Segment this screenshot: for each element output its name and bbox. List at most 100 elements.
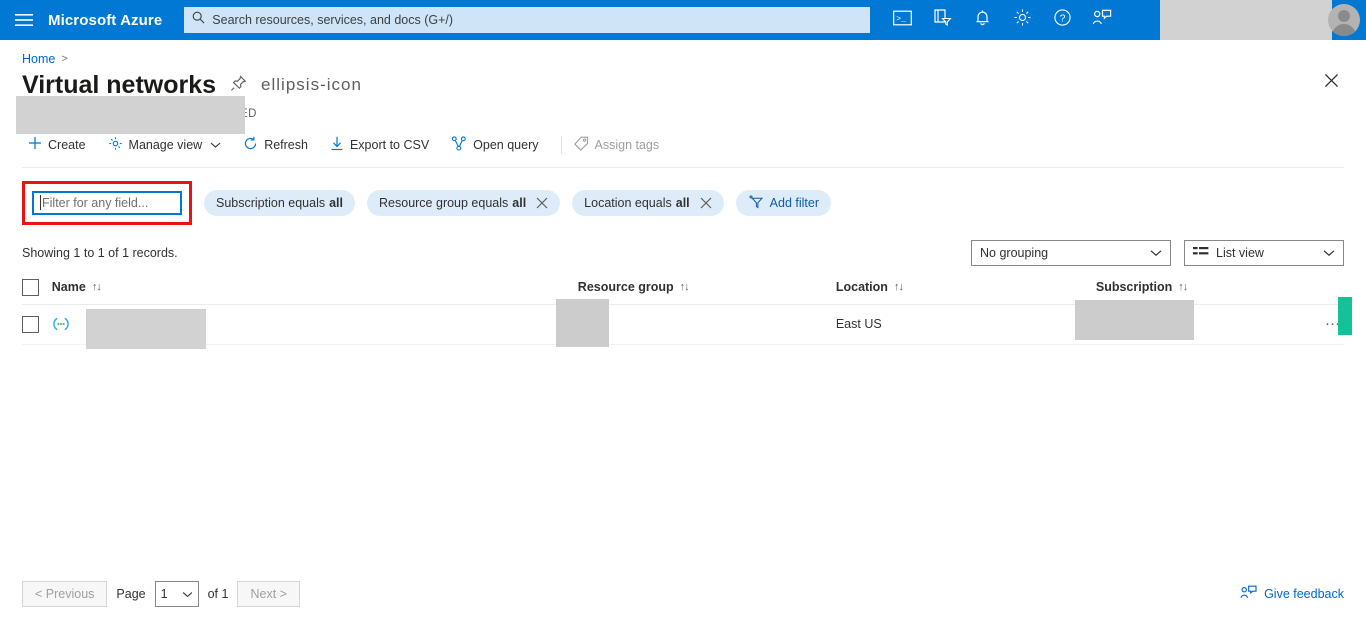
column-header-resource-group[interactable]: Resource group ↑↓ bbox=[578, 280, 836, 294]
refresh-button-label: Refresh bbox=[264, 137, 308, 152]
pin-icon bbox=[230, 75, 247, 97]
field-filter-input[interactable]: Filter for any field... bbox=[32, 190, 182, 215]
assign-tags-button-label: Assign tags bbox=[594, 137, 660, 152]
filter-pill-subscription[interactable]: Subscription equals all bbox=[204, 189, 356, 216]
page-subtitle: ED bbox=[0, 95, 1366, 134]
chevron-down-icon bbox=[1150, 246, 1162, 260]
directories-subscriptions-button[interactable] bbox=[922, 0, 962, 40]
cell-location: East US bbox=[836, 317, 1096, 331]
avatar[interactable] bbox=[1328, 4, 1360, 36]
column-header-name[interactable]: Name ↑↓ bbox=[52, 280, 578, 294]
pin-button[interactable] bbox=[230, 75, 247, 97]
help-button[interactable]: ? bbox=[1042, 0, 1082, 40]
cell-name[interactable] bbox=[52, 308, 578, 349]
global-search-placeholder: Search resources, services, and docs (G+… bbox=[212, 13, 454, 27]
export-to-csv-button-label: Export to CSV bbox=[349, 137, 430, 152]
manage-view-button-label: Manage view bbox=[128, 137, 203, 152]
cloud-shell-button[interactable]: >_ bbox=[882, 0, 922, 40]
text-caret bbox=[40, 195, 41, 210]
sort-arrows-icon[interactable]: ↑↓ bbox=[680, 281, 690, 293]
command-bar: Create Manage view Refresh Export to CSV… bbox=[0, 128, 1366, 162]
filter-pill-resource-group[interactable]: Resource group equals all bbox=[367, 189, 561, 216]
cell-resource-group-redaction bbox=[556, 298, 609, 347]
assign-tags-button: Assign tags bbox=[572, 132, 670, 158]
open-query-button[interactable]: Open query bbox=[449, 132, 548, 158]
tag-icon bbox=[573, 136, 589, 154]
column-header-name-label: Name bbox=[51, 280, 86, 294]
grouping-dropdown[interactable]: No grouping bbox=[971, 239, 1171, 266]
column-header-subscription-label: Subscription bbox=[1095, 280, 1173, 294]
refresh-button[interactable]: Refresh bbox=[241, 132, 318, 158]
results-summary-row: Showing 1 to 1 of 1 records. No grouping bbox=[0, 225, 1366, 266]
avatar-body bbox=[1332, 24, 1356, 36]
sort-arrows-icon[interactable]: ↑↓ bbox=[1178, 281, 1188, 293]
svg-text:?: ? bbox=[1059, 14, 1065, 25]
azure-brand-label[interactable]: Microsoft Azure bbox=[48, 12, 180, 29]
virtual-network-icon bbox=[52, 317, 70, 331]
svg-text:>_: >_ bbox=[896, 15, 906, 24]
manage-view-gear-icon bbox=[108, 136, 123, 154]
give-feedback-link[interactable]: Give feedback bbox=[1240, 585, 1344, 603]
global-header: Microsoft Azure Search resources, servic… bbox=[0, 0, 1366, 40]
footer: < Previous Page 1 of 1 Next > Give feedb… bbox=[0, 581, 1366, 607]
feedback-button[interactable] bbox=[1082, 0, 1122, 40]
cell-name-redaction bbox=[86, 308, 206, 349]
view-controls: No grouping List view bbox=[971, 239, 1344, 266]
settings-gear-icon bbox=[1013, 8, 1032, 32]
notifications-bell-icon bbox=[974, 9, 991, 32]
feedback-person-icon bbox=[1240, 585, 1257, 603]
create-button[interactable]: Create bbox=[26, 132, 96, 157]
cell-location-value: East US bbox=[835, 317, 882, 331]
page-more-menu-button[interactable]: ellipsis-icon bbox=[261, 77, 362, 94]
hamburger-menu-button[interactable] bbox=[0, 0, 48, 40]
refresh-icon bbox=[243, 136, 258, 154]
previous-page-button[interactable]: < Previous bbox=[22, 581, 108, 607]
column-header-location-label: Location bbox=[835, 280, 888, 294]
page-number-value: 1 bbox=[160, 587, 168, 601]
resource-table: Name ↑↓ Resource group ↑↓ Location ↑↓ Su… bbox=[0, 278, 1366, 349]
page-header: Virtual networks ellipsis-icon bbox=[0, 66, 1366, 100]
filter-pill-location-remove-icon[interactable] bbox=[700, 197, 712, 209]
next-page-button[interactable]: Next > bbox=[237, 581, 300, 607]
export-to-csv-button[interactable]: Export to CSV bbox=[328, 132, 439, 158]
field-filter-placeholder: Filter for any field... bbox=[42, 195, 149, 210]
select-all-checkbox[interactable] bbox=[22, 278, 39, 296]
create-button-label: Create bbox=[48, 137, 86, 152]
total-pages-label: of 1 bbox=[207, 587, 229, 601]
chevron-down-icon bbox=[210, 138, 221, 152]
column-header-subscription[interactable]: Subscription ↑↓ bbox=[1096, 280, 1344, 294]
close-blade-button[interactable] bbox=[1320, 72, 1342, 94]
hamburger-icon bbox=[15, 13, 33, 27]
open-query-button-label: Open query bbox=[473, 137, 539, 152]
view-mode-dropdown[interactable]: List view bbox=[1184, 239, 1344, 266]
give-feedback-label: Give feedback bbox=[1264, 587, 1344, 601]
filter-pill-location[interactable]: Location equals all bbox=[572, 189, 724, 216]
filter-pill-subscription-value: all bbox=[329, 195, 344, 210]
add-filter-button[interactable]: Add filter bbox=[735, 189, 831, 216]
settings-button[interactable] bbox=[1002, 0, 1042, 40]
breadcrumb-item-home[interactable]: Home bbox=[22, 52, 55, 66]
view-mode-label: List view bbox=[1216, 245, 1264, 260]
row-select-checkbox[interactable] bbox=[22, 315, 39, 333]
page-label: Page bbox=[116, 587, 146, 601]
add-filter-label: Add filter bbox=[769, 195, 819, 210]
help-question-icon: ? bbox=[1053, 8, 1072, 32]
page-number-dropdown[interactable]: 1 bbox=[154, 581, 199, 607]
filter-pill-location-value: all bbox=[675, 195, 690, 210]
sort-arrows-icon[interactable]: ↑↓ bbox=[894, 281, 904, 293]
filter-pill-subscription-label: Subscription equals bbox=[216, 195, 326, 210]
global-search-input[interactable]: Search resources, services, and docs (G+… bbox=[184, 7, 871, 33]
filter-pill-location-label: Location equals bbox=[584, 195, 672, 210]
cell-subscription-redaction bbox=[1075, 299, 1194, 340]
filter-bar: Filter for any field... Subscription equ… bbox=[0, 168, 1366, 225]
filter-pill-resource-group-remove-icon[interactable] bbox=[536, 197, 548, 209]
column-header-resource-group-label: Resource group bbox=[577, 280, 674, 294]
sort-arrows-icon[interactable]: ↑↓ bbox=[92, 281, 102, 293]
breadcrumb: Home > bbox=[0, 40, 1366, 66]
notifications-button[interactable] bbox=[962, 0, 1002, 40]
table-row[interactable]: East US … bbox=[22, 296, 1352, 349]
manage-view-button[interactable]: Manage view bbox=[106, 132, 232, 158]
column-header-location[interactable]: Location ↑↓ bbox=[836, 280, 1096, 294]
select-all-checkbox-cell bbox=[22, 278, 52, 296]
query-graph-icon bbox=[451, 135, 467, 154]
